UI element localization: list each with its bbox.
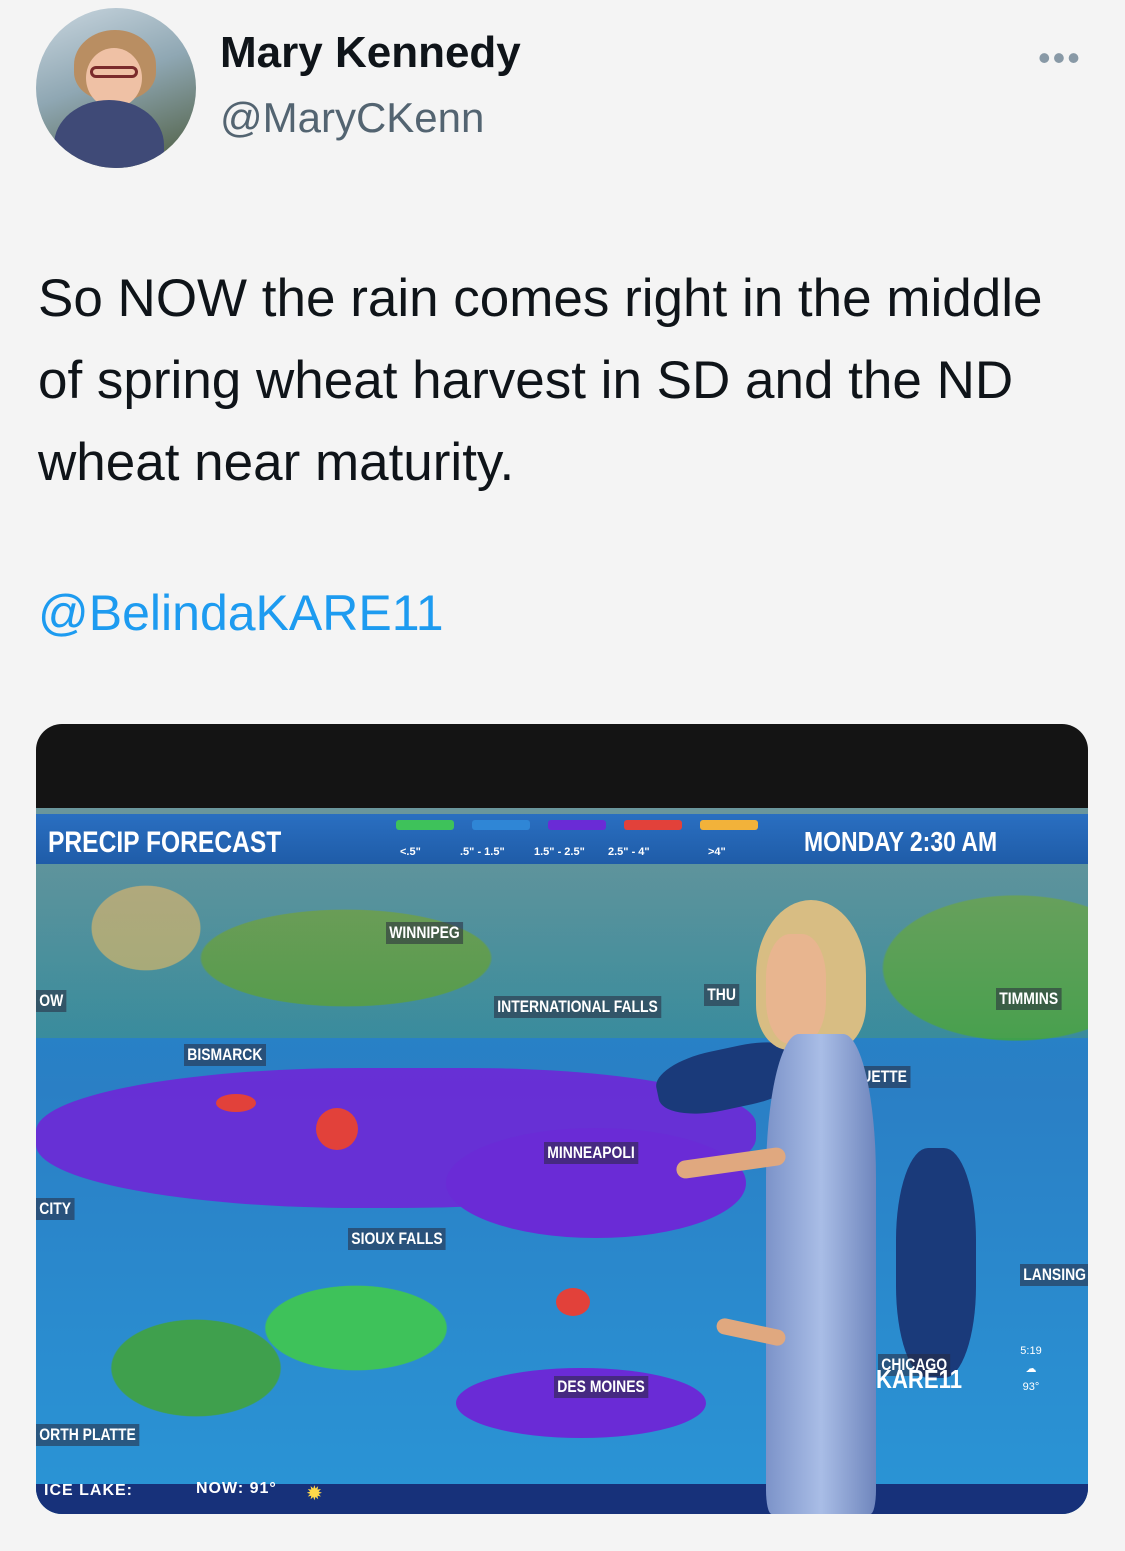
forecast-time: MONDAY 2:30 AM bbox=[804, 826, 998, 857]
avatar-shirt bbox=[54, 100, 164, 168]
ticker-location: ICE LAKE: bbox=[44, 1482, 133, 1499]
legend-label-1: <.5" bbox=[400, 846, 421, 858]
corner-time: 5:19 bbox=[1020, 1345, 1042, 1357]
author-avatar[interactable] bbox=[36, 8, 196, 168]
heavy-precip-spot bbox=[556, 1288, 590, 1316]
legend-swatch-1 bbox=[396, 820, 454, 830]
precip-legend: <.5" .5" - 1.5" 1.5" - 2.5" 2.5" - 4" >4… bbox=[396, 820, 776, 864]
city-label: WINNIPEG bbox=[386, 922, 464, 944]
heavy-precip-spot bbox=[316, 1108, 358, 1150]
city-label: CITY bbox=[36, 1198, 75, 1220]
avatar-face bbox=[86, 48, 142, 108]
city-label: TIMMINS bbox=[996, 988, 1062, 1010]
city-label: SIOUX FALLS bbox=[348, 1228, 446, 1250]
tweet-photo[interactable]: PRECIP FORECAST <.5" .5" - 1.5" 1.5" - 2… bbox=[36, 724, 1088, 1514]
city-label: INTERNATIONAL FALLS bbox=[494, 996, 662, 1018]
legend-swatch-2 bbox=[472, 820, 530, 830]
anchor-dress bbox=[766, 1034, 876, 1514]
legend-label-4: 2.5" - 4" bbox=[608, 846, 650, 858]
meteorologist bbox=[675, 894, 896, 1514]
corner-weather: 5:19 ☁ 93° bbox=[1016, 1342, 1046, 1396]
legend-swatch-5 bbox=[700, 820, 758, 830]
precip-title: PRECIP FORECAST bbox=[48, 826, 282, 859]
author-name[interactable]: Mary Kennedy bbox=[220, 28, 521, 78]
anchor-face bbox=[766, 934, 826, 1044]
city-label: THU bbox=[704, 984, 740, 1006]
more-horizontal-icon[interactable]: ••• bbox=[1038, 40, 1082, 76]
legend-swatch-3 bbox=[548, 820, 606, 830]
city-label: ORTH PLATTE bbox=[36, 1424, 140, 1446]
legend-label-2: .5" - 1.5" bbox=[460, 846, 505, 858]
heavy-precip-spot bbox=[216, 1094, 256, 1112]
city-label: MINNEAPOLI bbox=[544, 1142, 639, 1164]
avatar-glasses bbox=[90, 66, 138, 78]
city-label: OW bbox=[36, 990, 67, 1012]
lake-michigan bbox=[896, 1148, 976, 1378]
corner-temp: 93° bbox=[1022, 1381, 1040, 1393]
city-label: BISMARCK bbox=[184, 1044, 266, 1066]
city-label: LANSING bbox=[1020, 1264, 1088, 1286]
author-handle[interactable]: @MaryCKenn bbox=[220, 94, 484, 142]
legend-label-3: 1.5" - 2.5" bbox=[534, 846, 585, 858]
legend-label-5: >4" bbox=[708, 846, 726, 858]
tweet-text: So NOW the rain comes right in the middl… bbox=[38, 269, 1043, 492]
cloud-icon: ☁ bbox=[1025, 1363, 1037, 1375]
legend-swatch-4 bbox=[624, 820, 682, 830]
station-logo: KARE11 bbox=[876, 1364, 962, 1394]
city-label: DES MOINES bbox=[554, 1376, 649, 1398]
sun-icon: ✹ bbox=[306, 1483, 323, 1505]
ticker-now: NOW: 91° bbox=[196, 1480, 277, 1497]
ticker-bar bbox=[36, 1484, 1088, 1514]
mention-link[interactable]: @BelindaKARE11 bbox=[38, 584, 444, 642]
